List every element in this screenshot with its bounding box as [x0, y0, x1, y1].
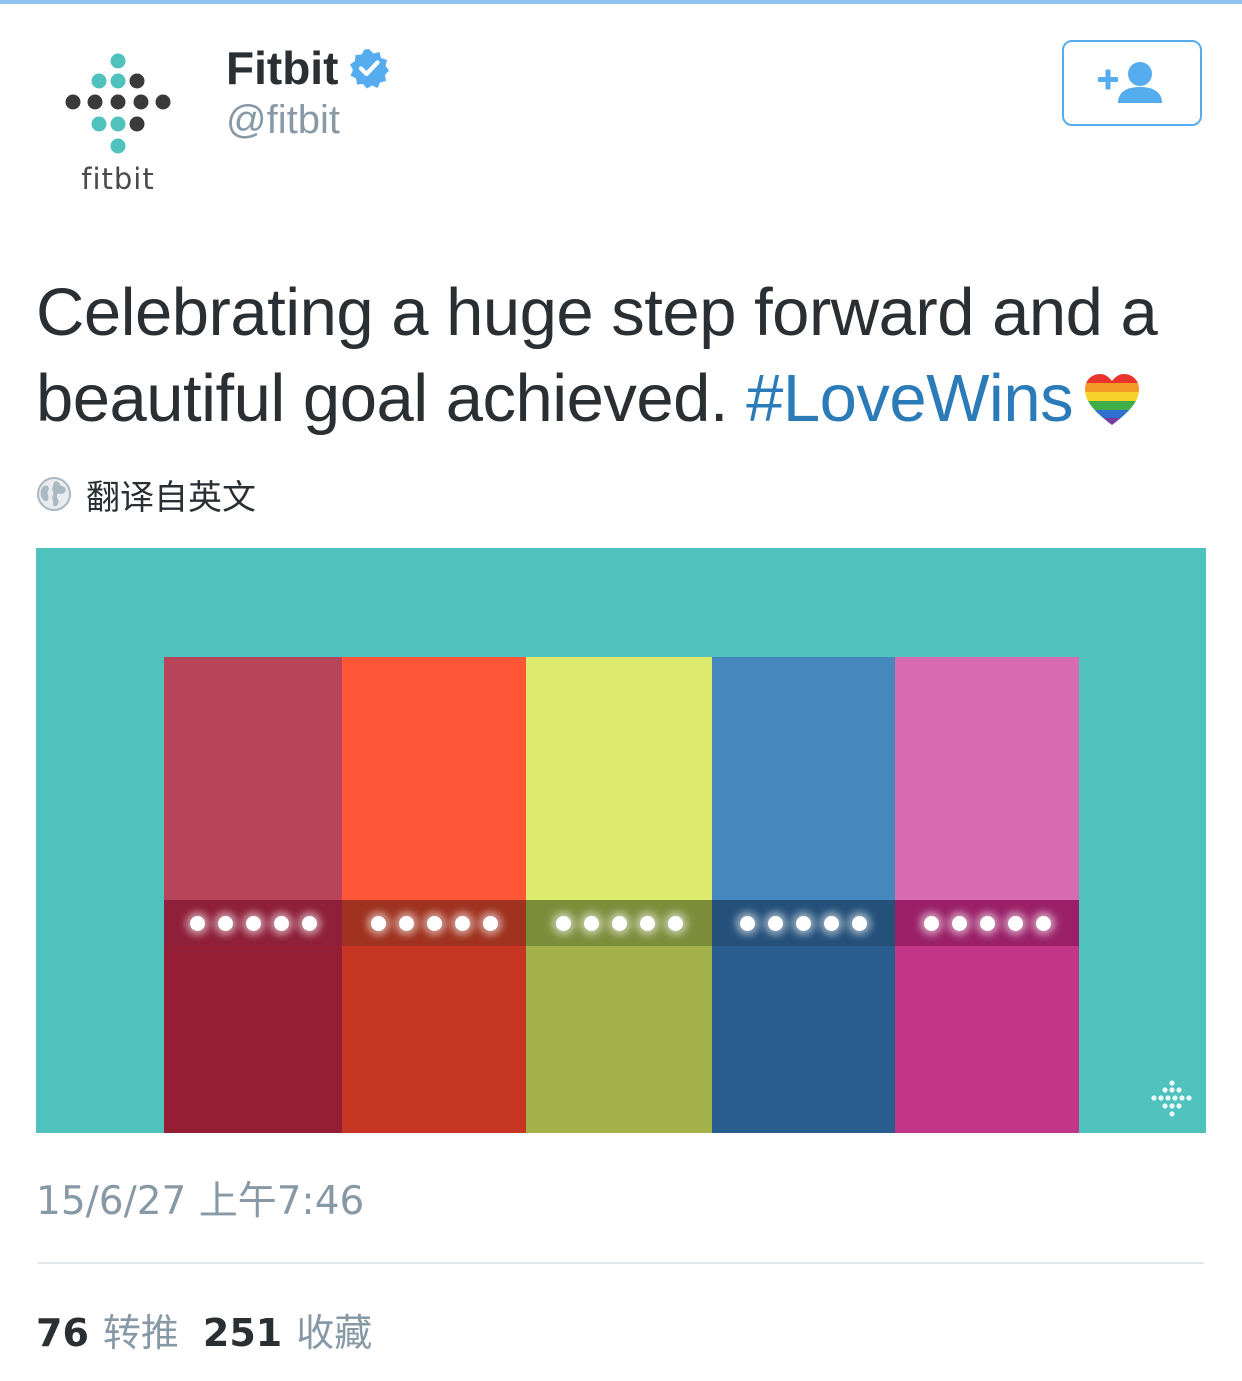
- led-dot: [1035, 915, 1051, 931]
- name-row[interactable]: Fitbit: [226, 40, 390, 96]
- led-strip: [712, 900, 895, 946]
- wristband-bottom: [164, 946, 342, 1133]
- handle[interactable]: @fitbit: [226, 98, 340, 143]
- fitbit-logo-icon: [65, 53, 171, 154]
- wristband-3: [526, 657, 712, 1133]
- tweet-media-image[interactable]: [36, 548, 1206, 1133]
- globe-icon: [37, 477, 71, 511]
- retweet-label[interactable]: 转推: [103, 1302, 179, 1357]
- led-dot: [398, 915, 414, 931]
- wristband-bottom: [342, 946, 526, 1133]
- wristband-1: [164, 657, 342, 1133]
- led-dot: [370, 915, 386, 931]
- led-dot: [951, 915, 967, 931]
- rainbow-heart-icon: [1085, 374, 1140, 425]
- led-dot: [639, 915, 655, 931]
- led-dot: [768, 915, 783, 931]
- tweet-stats: 76 转推 251 收藏: [36, 1302, 372, 1357]
- led-dot: [824, 915, 839, 931]
- wristband-top: [895, 657, 1079, 900]
- verified-badge-icon: [350, 49, 390, 89]
- led-dot: [611, 915, 627, 931]
- avatar[interactable]: fitbit: [52, 40, 184, 200]
- wristband-top: [164, 657, 342, 900]
- follow-button[interactable]: [1062, 40, 1202, 126]
- led-dot: [245, 915, 261, 931]
- translate-label[interactable]: 翻译自英文: [86, 470, 256, 519]
- led-dot: [482, 915, 498, 931]
- led-strip: [342, 900, 526, 946]
- divider: [38, 1262, 1204, 1264]
- avatar-wordmark: fitbit: [81, 162, 155, 196]
- tweet-text: Celebrating a huge step forward and a be…: [36, 270, 1216, 442]
- led-dot: [852, 915, 867, 931]
- wristband-bottom: [526, 946, 712, 1133]
- wristband-bands: [164, 657, 1079, 1133]
- add-user-icon: [1098, 62, 1162, 103]
- led-dot: [426, 915, 442, 931]
- led-strip: [164, 900, 342, 946]
- retweet-count[interactable]: 76: [36, 1311, 89, 1355]
- led-dot: [923, 915, 939, 931]
- led-dot: [454, 915, 470, 931]
- led-dot: [667, 915, 683, 931]
- wristband-top: [712, 657, 895, 900]
- wristband-2: [342, 657, 526, 1133]
- hashtag-link[interactable]: #LoveWins: [746, 361, 1073, 436]
- led-strip: [895, 900, 1079, 946]
- wristband-bottom: [712, 946, 895, 1133]
- wristband-5: [895, 657, 1079, 1133]
- like-count[interactable]: 251: [203, 1311, 282, 1355]
- wristband-top: [526, 657, 712, 900]
- led-dot: [301, 915, 317, 931]
- top-border: [0, 0, 1242, 4]
- wristband-4: [712, 657, 895, 1133]
- wristband-bottom: [895, 946, 1079, 1133]
- led-dot: [1007, 915, 1023, 931]
- led-dot: [217, 915, 233, 931]
- wristband-top: [342, 657, 526, 900]
- led-dot: [979, 915, 995, 931]
- led-dot: [189, 915, 205, 931]
- fitbit-watermark-icon: [1151, 1080, 1192, 1117]
- display-name[interactable]: Fitbit: [226, 41, 338, 95]
- led-dot: [273, 915, 289, 931]
- translate-link[interactable]: 翻译自英文: [36, 474, 256, 518]
- led-strip: [526, 900, 712, 946]
- led-dot: [740, 915, 755, 931]
- led-dot: [555, 915, 571, 931]
- led-dot: [583, 915, 599, 931]
- like-label[interactable]: 收藏: [296, 1302, 372, 1357]
- tweet-timestamp[interactable]: 15/6/27 上午7:46: [36, 1170, 364, 1226]
- led-dot: [796, 915, 811, 931]
